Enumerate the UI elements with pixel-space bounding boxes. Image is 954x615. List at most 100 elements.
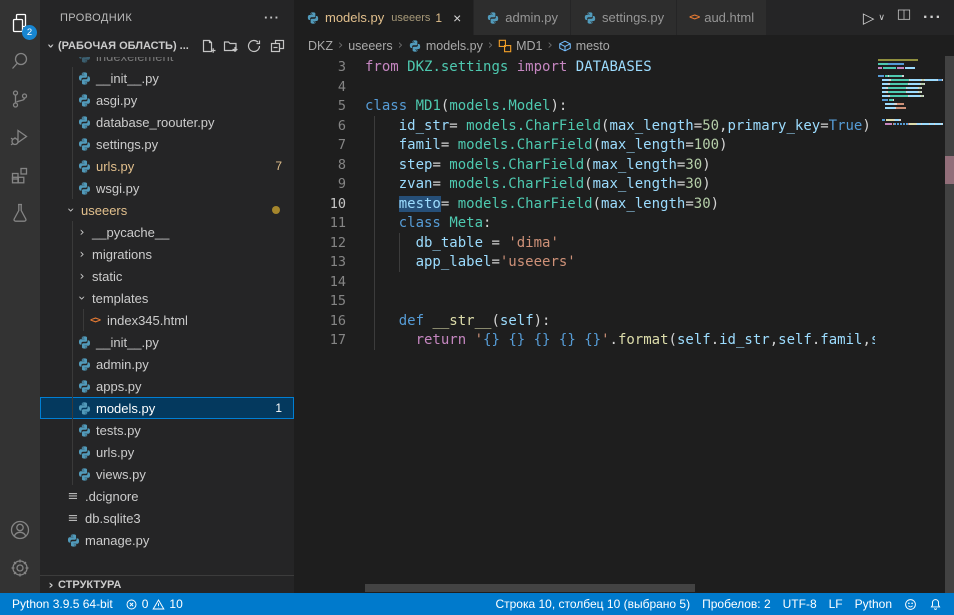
refresh-icon[interactable] <box>246 38 262 54</box>
line-number[interactable]: 15 <box>294 292 346 312</box>
problems-status[interactable]: 0 10 <box>119 593 189 615</box>
minimap[interactable] <box>875 56 945 593</box>
outline-section-header[interactable]: › СТРУКТУРА <box>40 575 294 593</box>
eol-status[interactable]: LF <box>823 593 849 615</box>
vertical-scrollbar[interactable] <box>945 56 954 593</box>
tree-file-item[interactable]: models.py1 <box>40 397 294 419</box>
code-line[interactable]: 5class MD1(models.Model): <box>294 97 954 117</box>
workspace-section-header[interactable]: › (РАБОЧАЯ ОБЛАСТЬ) ... <box>40 35 294 57</box>
tree-file-item[interactable]: __init__.py <box>40 331 294 353</box>
tree-file-item[interactable]: admin.py <box>40 353 294 375</box>
line-number[interactable]: 16 <box>294 312 346 332</box>
tree-file-item[interactable]: manage.py <box>40 529 294 551</box>
code-line[interactable]: 15 <box>294 292 954 312</box>
tree-file-item[interactable]: ≡.dcignore <box>40 485 294 507</box>
breadcrumb-item-useeers[interactable]: useeers <box>348 39 392 53</box>
source-control-icon[interactable] <box>0 80 40 118</box>
tree-folder-item[interactable]: ›static <box>40 265 294 287</box>
tab-aud-html[interactable]: <> aud.html <box>677 0 767 35</box>
tree-folder-item[interactable]: ›useeers <box>40 199 294 221</box>
new-file-icon[interactable] <box>200 38 216 54</box>
line-number[interactable]: 13 <box>294 253 346 273</box>
testing-icon[interactable] <box>0 194 40 232</box>
line-number[interactable]: 10 <box>294 195 346 215</box>
code-line[interactable]: 7 famil= models.CharField(max_length=100… <box>294 136 954 156</box>
line-number[interactable]: 8 <box>294 156 346 176</box>
tree-file-item[interactable]: indexelement <box>40 57 294 67</box>
search-icon[interactable] <box>0 42 40 80</box>
indentation-status[interactable]: Пробелов: 2 <box>696 593 777 615</box>
line-number[interactable]: 4 <box>294 78 346 98</box>
split-editor-icon[interactable] <box>896 7 912 28</box>
run-dropdown-icon[interactable]: ∨ <box>878 13 885 23</box>
breadcrumb-item-dkz[interactable]: DKZ <box>308 39 333 53</box>
encoding-status[interactable]: UTF-8 <box>777 593 823 615</box>
code-line[interactable]: 12 db_table = 'dima' <box>294 234 954 254</box>
explorer-icon[interactable]: 2 <box>0 4 40 42</box>
code-line[interactable]: 11 class Meta: <box>294 214 954 234</box>
run-icon[interactable]: ▷ <box>863 9 875 27</box>
code-line[interactable]: 13 app_label='useeers' <box>294 253 954 273</box>
line-number[interactable]: 14 <box>294 273 346 293</box>
tab-models-py[interactable]: models.py useeers 1 × <box>294 0 474 35</box>
close-icon[interactable]: × <box>453 10 461 26</box>
tree-file-item[interactable]: urls.py7 <box>40 155 294 177</box>
run-debug-icon[interactable] <box>0 118 40 156</box>
tree-file-item[interactable]: asgi.py <box>40 89 294 111</box>
line-number[interactable]: 12 <box>294 234 346 254</box>
python-version-status[interactable]: Python 3.9.5 64-bit <box>6 593 119 615</box>
code-token: mesto <box>399 196 441 212</box>
code-line[interactable]: 9 zvan= models.CharField(max_length=30) <box>294 175 954 195</box>
tree-folder-item[interactable]: ›__pycache__ <box>40 221 294 243</box>
more-actions-icon[interactable]: ··· <box>923 9 942 27</box>
account-icon[interactable] <box>0 511 40 549</box>
line-number[interactable]: 9 <box>294 175 346 195</box>
code-line[interactable]: 17 return '{} {} {} {} {}'.format(self.i… <box>294 331 954 351</box>
more-actions-icon[interactable]: ··· <box>264 10 280 25</box>
tree-file-item[interactable]: urls.py <box>40 441 294 463</box>
new-folder-icon[interactable] <box>223 38 239 54</box>
breadcrumb-item-models-py[interactable]: models.py <box>408 39 483 53</box>
line-number[interactable]: 5 <box>294 97 346 117</box>
tree-file-item[interactable]: database_roouter.py <box>40 111 294 133</box>
code-editor[interactable]: 3from DKZ.settings import DATABASES45cla… <box>294 56 954 593</box>
feedback-icon[interactable] <box>898 593 923 615</box>
code-line[interactable]: 6 id_str= models.CharField(max_length=50… <box>294 117 954 137</box>
code-line[interactable]: 3from DKZ.settings import DATABASES <box>294 58 954 78</box>
python-icon <box>75 335 93 350</box>
line-number[interactable]: 3 <box>294 58 346 78</box>
breadcrumb-item-mesto[interactable]: mesto <box>558 39 610 53</box>
cursor-position-status[interactable]: Строка 10, столбец 10 (выбрано 5) <box>489 593 696 615</box>
code-line[interactable]: 10 mesto= models.CharField(max_length=30… <box>294 195 954 215</box>
tree-file-item[interactable]: apps.py <box>40 375 294 397</box>
line-number[interactable]: 11 <box>294 214 346 234</box>
tree-file-item[interactable]: views.py <box>40 463 294 485</box>
tree-file-item[interactable]: wsgi.py <box>40 177 294 199</box>
extensions-icon[interactable] <box>0 156 40 194</box>
code-token: {} <box>508 332 525 348</box>
notifications-bell-icon[interactable] <box>923 593 948 615</box>
line-number[interactable]: 17 <box>294 331 346 351</box>
language-status[interactable]: Python <box>849 593 898 615</box>
horizontal-scrollbar[interactable] <box>365 584 695 592</box>
collapse-all-icon[interactable] <box>269 38 285 54</box>
tree-file-item[interactable]: tests.py <box>40 419 294 441</box>
line-number[interactable]: 7 <box>294 136 346 156</box>
tree-file-item[interactable]: settings.py <box>40 133 294 155</box>
tree-folder-item[interactable]: ›migrations <box>40 243 294 265</box>
minimap-row <box>878 71 943 73</box>
tab-settings-py[interactable]: settings.py <box>571 0 677 35</box>
tree-folder-item[interactable]: ›templates <box>40 287 294 309</box>
tab-admin-py[interactable]: admin.py <box>474 0 571 35</box>
tree-file-item[interactable]: __init__.py <box>40 67 294 89</box>
settings-gear-icon[interactable] <box>0 549 40 587</box>
line-number[interactable]: 6 <box>294 117 346 137</box>
tree-file-item[interactable]: <>index345.html <box>40 309 294 331</box>
code-token <box>365 313 399 329</box>
tree-file-item[interactable]: ≡db.sqlite3 <box>40 507 294 529</box>
code-line[interactable]: 4 <box>294 78 954 98</box>
code-line[interactable]: 16 def __str__(self): <box>294 312 954 332</box>
code-line[interactable]: 8 step= models.CharField(max_length=30) <box>294 156 954 176</box>
breadcrumb-item-md1[interactable]: MD1 <box>498 39 542 53</box>
code-line[interactable]: 14 <box>294 273 954 293</box>
